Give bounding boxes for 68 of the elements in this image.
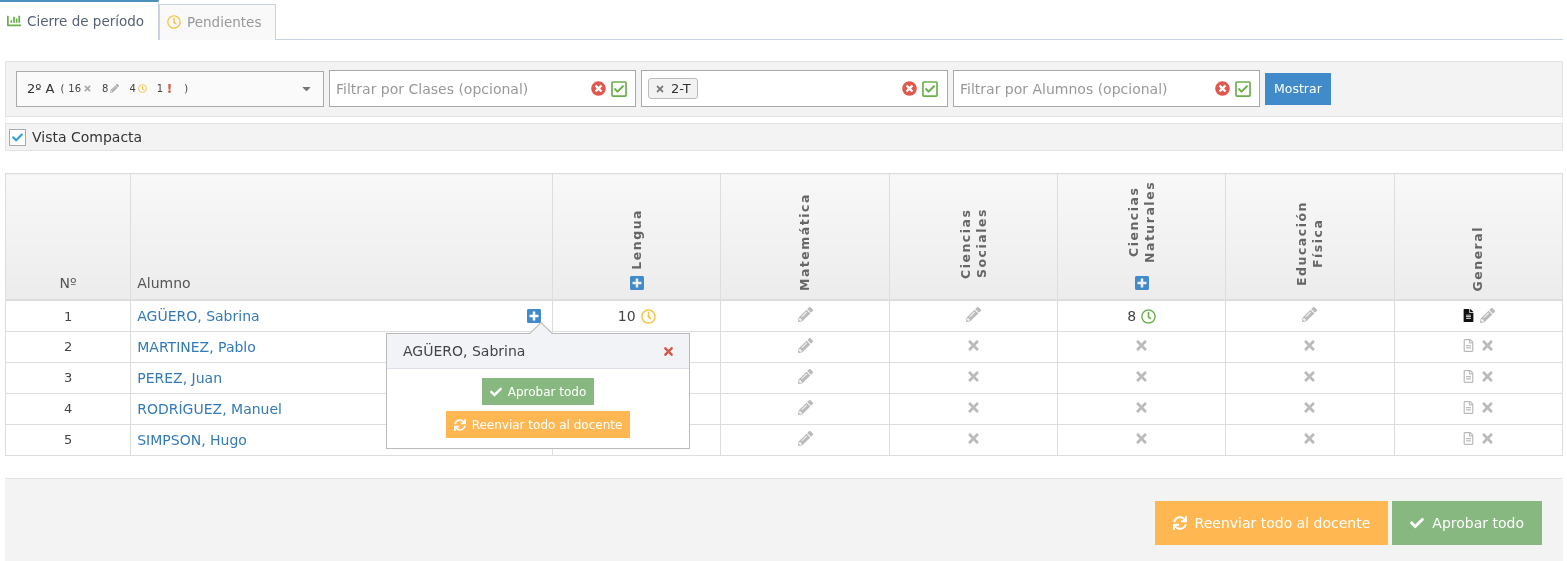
show-button[interactable]: Mostrar [1265,72,1331,105]
bar-chart-icon [7,13,21,28]
filter-tag[interactable]: 2-T [648,78,698,100]
pencil-icon [797,399,813,415]
pencil-icon [797,337,813,353]
close-icon [83,84,93,94]
pencil-icon [797,307,813,323]
pencil-icon [1479,307,1495,323]
pencil-icon [965,307,981,323]
column-header: Educación Física [1294,200,1326,289]
add-icon[interactable] [1133,275,1150,292]
column-header: Lengua [628,208,645,270]
row-number: 2 [63,339,73,355]
popover-title: AGÜERO, Sabrina [403,343,526,360]
add-icon[interactable] [526,308,543,325]
count-text: 1 [156,83,164,95]
check-icon [489,385,502,398]
check-icon [1234,79,1252,98]
row-number: 1 [63,308,73,324]
clear-icon [591,81,606,97]
column-header: Alumno [137,275,191,292]
check-icon [610,79,628,98]
checkbox-label: Vista Compacta [32,129,143,146]
check-icon [12,131,23,143]
clock-icon [137,84,147,94]
add-icon[interactable] [628,275,645,292]
count-text: 8 [102,83,109,95]
student-link[interactable]: RODRÍGUEZ, Manuel [137,400,282,417]
checkbox[interactable] [9,128,26,146]
paren-text: ( [60,83,65,95]
shift-filter-field[interactable]: 2-T [641,70,948,108]
grade-text: 10 [617,308,636,325]
pencil-icon [110,84,120,94]
student-link[interactable]: SIMPSON, Hugo [137,431,247,448]
column-header: Ciencias Naturales [1126,179,1158,265]
pencil-icon [797,368,813,384]
column-header: General [1470,225,1487,292]
close-icon[interactable] [662,344,675,358]
classes-filter-field[interactable]: Filtrar por Clases (opcional) [329,70,636,108]
check-icon [1410,515,1425,530]
column-header: Ciencias Sociales [957,207,989,282]
count-text: 16 [68,83,82,95]
document-icon[interactable] [1461,308,1475,322]
column-header: Nº [59,275,77,292]
check-icon [921,79,939,98]
students-filter-field[interactable]: Filtrar por Alumnos (opcional) [953,70,1260,108]
clock-icon [167,15,182,30]
student-link[interactable]: AGÜERO, Sabrina [137,308,260,325]
tab[interactable]: Cierre de período [0,0,160,40]
clear-icon [1215,81,1230,97]
count-text: 4 [129,83,136,95]
row-number: 5 [63,432,73,448]
student-link[interactable]: MARTINEZ, Pablo [137,338,256,355]
tab[interactable]: Pendientes [159,4,277,40]
paren-text: ) [184,83,189,95]
clear-icon [902,81,917,97]
row-number: 3 [63,370,73,386]
remove-icon [655,83,665,94]
course-label: 2º A [27,81,55,97]
column-header: Matemática [797,196,813,292]
student-link[interactable]: PEREZ, Juan [137,369,223,386]
pencil-icon [797,430,813,446]
grade-text: 8 [1127,308,1137,325]
refresh-icon [1172,515,1187,530]
course-select[interactable]: 2º A ( 16 8 4 1 ) [16,70,324,107]
row-number: 4 [63,401,73,417]
pencil-icon [1302,307,1318,323]
refresh-icon [453,418,466,431]
